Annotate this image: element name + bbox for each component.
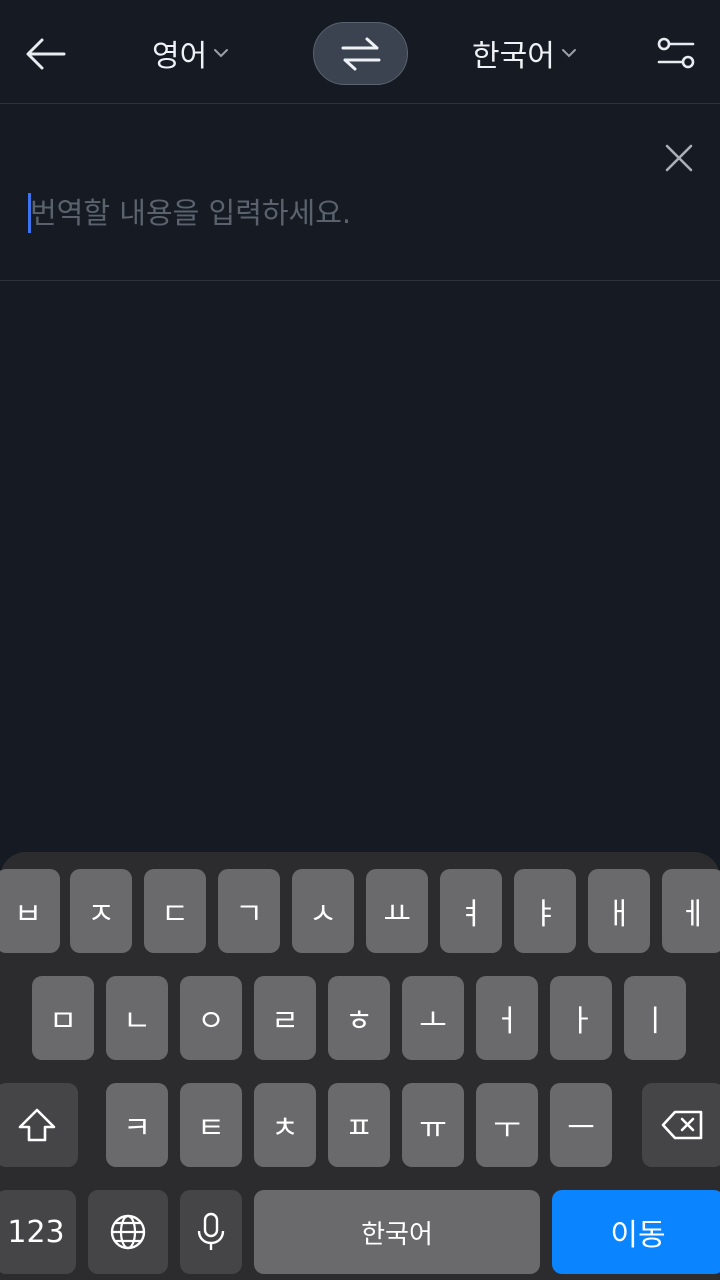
globe-icon bbox=[110, 1214, 146, 1250]
key-ㅓ[interactable]: ㅓ bbox=[476, 976, 538, 1060]
key-ㅜ[interactable]: ㅜ bbox=[476, 1083, 538, 1167]
back-button[interactable] bbox=[22, 30, 70, 78]
close-icon bbox=[665, 144, 693, 172]
key-ㅣ[interactable]: ㅣ bbox=[624, 976, 686, 1060]
back-arrow-icon bbox=[26, 38, 66, 70]
key-ㅑ[interactable]: ㅑ bbox=[514, 869, 576, 953]
backspace-key[interactable] bbox=[642, 1083, 720, 1167]
key-ㅇ[interactable]: ㅇ bbox=[180, 976, 242, 1060]
settings-sliders-icon bbox=[657, 37, 695, 69]
microphone-icon bbox=[197, 1212, 225, 1250]
shift-icon bbox=[18, 1108, 56, 1142]
source-language-selector[interactable]: 영어 bbox=[152, 32, 229, 74]
key-ㅁ[interactable]: ㅁ bbox=[32, 976, 94, 1060]
swap-arrows-icon bbox=[341, 37, 380, 70]
key-ㅈ[interactable]: ㅈ bbox=[70, 869, 132, 953]
backspace-icon bbox=[661, 1110, 703, 1140]
korean-keyboard: ㅂ ㅈ ㄷ ㄱ ㅅ ㅛ ㅕ ㅑ ㅐ ㅔ ㅁ ㄴ ㅇ ㄹ ㅎ ㅗ ㅓ ㅏ ㅣ ㅋ … bbox=[0, 852, 720, 1280]
key-ㅗ[interactable]: ㅗ bbox=[402, 976, 464, 1060]
key-ㅏ[interactable]: ㅏ bbox=[550, 976, 612, 1060]
key-ㅡ[interactable]: ㅡ bbox=[550, 1083, 612, 1167]
target-language-label: 한국어 bbox=[472, 39, 555, 74]
dictation-key[interactable] bbox=[180, 1190, 242, 1274]
input-placeholder: 번역할 내용을 입력하세요. bbox=[30, 196, 352, 230]
swap-languages-button[interactable] bbox=[313, 22, 408, 85]
key-ㅐ[interactable]: ㅐ bbox=[588, 869, 650, 953]
key-ㅛ[interactable]: ㅛ bbox=[366, 869, 428, 953]
key-ㅔ[interactable]: ㅔ bbox=[662, 869, 720, 953]
key-ㅠ[interactable]: ㅠ bbox=[402, 1083, 464, 1167]
numbers-key[interactable]: 123 bbox=[0, 1190, 76, 1274]
top-bar: 영어 한국어 bbox=[0, 0, 720, 104]
shift-key[interactable] bbox=[0, 1083, 78, 1167]
key-ㅅ[interactable]: ㅅ bbox=[292, 869, 354, 953]
settings-button[interactable] bbox=[656, 36, 696, 70]
key-ㄷ[interactable]: ㄷ bbox=[144, 869, 206, 953]
target-language-selector[interactable]: 한국어 bbox=[472, 32, 577, 74]
translate-screen: 영어 한국어 번역할 내용을 입력하세요. ㅂ ㅈ ㄷ ㄱ ㅅ ㅛ ㅕ ㅑ ㅐ … bbox=[0, 0, 720, 1280]
key-ㄱ[interactable]: ㄱ bbox=[218, 869, 280, 953]
source-text-area[interactable]: 번역할 내용을 입력하세요. bbox=[0, 105, 720, 281]
chevron-down-icon bbox=[561, 49, 576, 58]
clear-button[interactable] bbox=[662, 141, 696, 175]
chevron-down-icon bbox=[214, 49, 229, 58]
key-ㅂ[interactable]: ㅂ bbox=[0, 869, 60, 953]
source-language-label: 영어 bbox=[152, 39, 208, 74]
space-key[interactable]: 한국어 bbox=[254, 1190, 540, 1274]
key-ㅎ[interactable]: ㅎ bbox=[328, 976, 390, 1060]
key-ㅍ[interactable]: ㅍ bbox=[328, 1083, 390, 1167]
key-ㅕ[interactable]: ㅕ bbox=[440, 869, 502, 953]
key-ㄴ[interactable]: ㄴ bbox=[106, 976, 168, 1060]
go-key[interactable]: 이동 bbox=[552, 1190, 720, 1274]
globe-key[interactable] bbox=[88, 1190, 168, 1274]
key-ㅌ[interactable]: ㅌ bbox=[180, 1083, 242, 1167]
key-ㅊ[interactable]: ㅊ bbox=[254, 1083, 316, 1167]
key-ㄹ[interactable]: ㄹ bbox=[254, 976, 316, 1060]
key-ㅋ[interactable]: ㅋ bbox=[106, 1083, 168, 1167]
